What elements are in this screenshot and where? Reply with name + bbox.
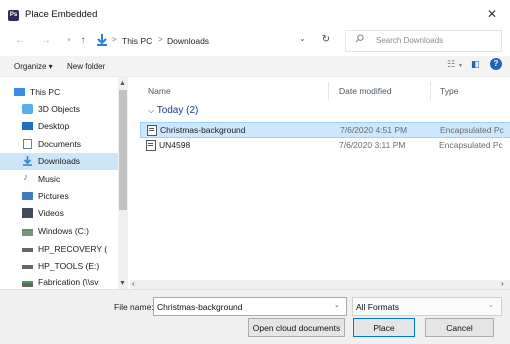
sidebar-item-hp-tools[interactable]: HP_TOOLS (E:) <box>0 258 118 275</box>
open-cloud-documents-button[interactable]: Open cloud documents <box>248 318 345 337</box>
view-options-icon[interactable]: ☷ <box>447 59 455 70</box>
sidebar-item-windows-c[interactable]: Windows (C:) <box>0 223 118 240</box>
column-divider[interactable] <box>430 82 431 100</box>
sidebar-item-label: Fabrication (\\sv <box>38 277 99 287</box>
sidebar-item-label: Pictures <box>38 191 69 201</box>
desktop-icon <box>22 122 33 130</box>
view-options-chevron-icon[interactable]: ▾ <box>459 62 462 69</box>
file-date: 7/6/2020 4:51 PM <box>340 125 408 135</box>
sidebar-item-label: HP_TOOLS (E:) <box>38 261 100 271</box>
back-arrow-icon[interactable]: ← <box>13 34 27 48</box>
format-select-value: All Formats <box>356 302 399 312</box>
sidebar-item-pictures[interactable]: Pictures <box>0 188 118 205</box>
sidebar-item-label: Documents <box>38 139 81 149</box>
column-header-name[interactable]: Name <box>148 86 171 96</box>
cube-icon <box>22 104 33 114</box>
sidebar-item-videos[interactable]: Videos <box>0 205 118 222</box>
file-name-value[interactable]: Christmas-background <box>157 302 243 312</box>
group-header-today[interactable]: ⌵ Today (2) <box>148 105 198 116</box>
breadcrumb-this-pc[interactable]: This PC <box>122 36 152 46</box>
address-dropdown-chevron-icon[interactable]: ⌄ <box>299 34 306 43</box>
photoshop-app-icon: Ps <box>8 10 19 21</box>
sidebar-item-label: HP_RECOVERY ( <box>38 244 108 254</box>
sidebar-item-music[interactable]: ♪ Music <box>0 171 118 188</box>
help-icon[interactable]: ? <box>490 58 502 70</box>
search-placeholder: Search Downloads <box>376 36 444 45</box>
format-dropdown-chevron-icon[interactable]: ⌄ <box>488 301 494 309</box>
sidebar-item-label: Videos <box>38 208 64 218</box>
file-row[interactable]: Christmas-background 7/6/2020 4:51 PM En… <box>140 122 510 138</box>
sidebar-item-label: Windows (C:) <box>38 226 90 236</box>
file-name: Christmas-background <box>160 125 246 135</box>
preview-pane-icon[interactable]: ◧ <box>471 59 480 70</box>
drive-icon <box>22 248 33 252</box>
column-header-date-modified[interactable]: Date modified <box>339 86 391 96</box>
drive-icon <box>22 229 33 236</box>
sidebar-scrollbar-thumb[interactable] <box>119 90 127 210</box>
sidebar-item-documents[interactable]: Documents <box>0 136 118 153</box>
drive-icon <box>22 265 33 269</box>
pictures-icon <box>22 192 33 200</box>
sidebar-item-label: Downloads <box>38 156 81 166</box>
file-icon <box>147 125 157 136</box>
organize-menu-button[interactable]: Organize ▾ <box>14 62 53 71</box>
file-type: Encapsulated Pc <box>439 140 503 150</box>
file-type: Encapsulated Pc <box>440 125 504 135</box>
sidebar-item-label: This PC <box>30 87 61 97</box>
sidebar-item-downloads[interactable]: Downloads <box>0 153 118 170</box>
column-divider[interactable] <box>328 82 329 100</box>
content-horizontal-scrollbar[interactable] <box>130 280 510 289</box>
new-folder-button[interactable]: New folder <box>67 62 105 71</box>
sidebar-item-label: Desktop <box>38 121 70 131</box>
sidebar-item-desktop[interactable]: Desktop <box>0 118 118 135</box>
search-icon <box>355 34 364 43</box>
file-date: 7/6/2020 3:11 PM <box>339 140 406 150</box>
window-title: Place Embedded <box>25 9 98 20</box>
breadcrumb-downloads[interactable]: Downloads <box>167 36 209 46</box>
breadcrumb-separator: > <box>158 35 163 44</box>
file-icon <box>146 140 156 151</box>
scroll-right-icon[interactable]: › <box>501 279 504 288</box>
close-icon[interactable]: ✕ <box>485 5 499 23</box>
forward-arrow-icon[interactable]: → <box>39 34 53 48</box>
recent-locations-chevron-icon[interactable]: ▾ <box>62 34 76 48</box>
file-row[interactable]: UN4598 7/6/2020 3:11 PM Encapsulated Pc <box>140 138 510 152</box>
file-name-label: File name: <box>114 302 154 312</box>
network-drive-icon <box>22 281 33 287</box>
pc-icon <box>14 88 25 96</box>
place-button[interactable]: Place <box>353 318 415 337</box>
breadcrumb-separator: > <box>112 35 117 44</box>
sidebar-item-label: 3D Objects <box>38 104 81 114</box>
scroll-down-icon[interactable]: ▼ <box>119 280 126 287</box>
videos-icon <box>22 208 33 218</box>
sidebar-item-fabrication[interactable]: Fabrication (\\sv <box>0 275 118 289</box>
downloads-location-icon <box>97 34 107 46</box>
sidebar-item-label: Music <box>38 174 61 184</box>
refresh-icon[interactable]: ↻ <box>319 32 333 48</box>
cancel-button[interactable]: Cancel <box>425 318 494 337</box>
music-icon: ♪ <box>23 172 28 183</box>
sidebar-item-hp-recovery[interactable]: HP_RECOVERY ( <box>0 241 118 258</box>
file-name-dropdown-chevron-icon[interactable]: ⌄ <box>334 301 340 309</box>
column-header-type[interactable]: Type <box>440 86 458 96</box>
up-arrow-icon[interactable]: ↑ <box>76 34 90 48</box>
scroll-left-icon[interactable]: ‹ <box>132 279 135 288</box>
sidebar-item-this-pc[interactable]: This PC <box>0 84 118 101</box>
document-icon <box>23 139 32 149</box>
scroll-up-icon[interactable]: ▲ <box>119 80 126 87</box>
file-name: UN4598 <box>159 140 191 150</box>
download-icon <box>23 156 32 166</box>
collapse-chevron-icon[interactable]: ⌵ <box>148 106 154 115</box>
group-label: Today (2) <box>156 105 199 116</box>
sidebar-item-3d-objects[interactable]: 3D Objects <box>0 101 118 118</box>
